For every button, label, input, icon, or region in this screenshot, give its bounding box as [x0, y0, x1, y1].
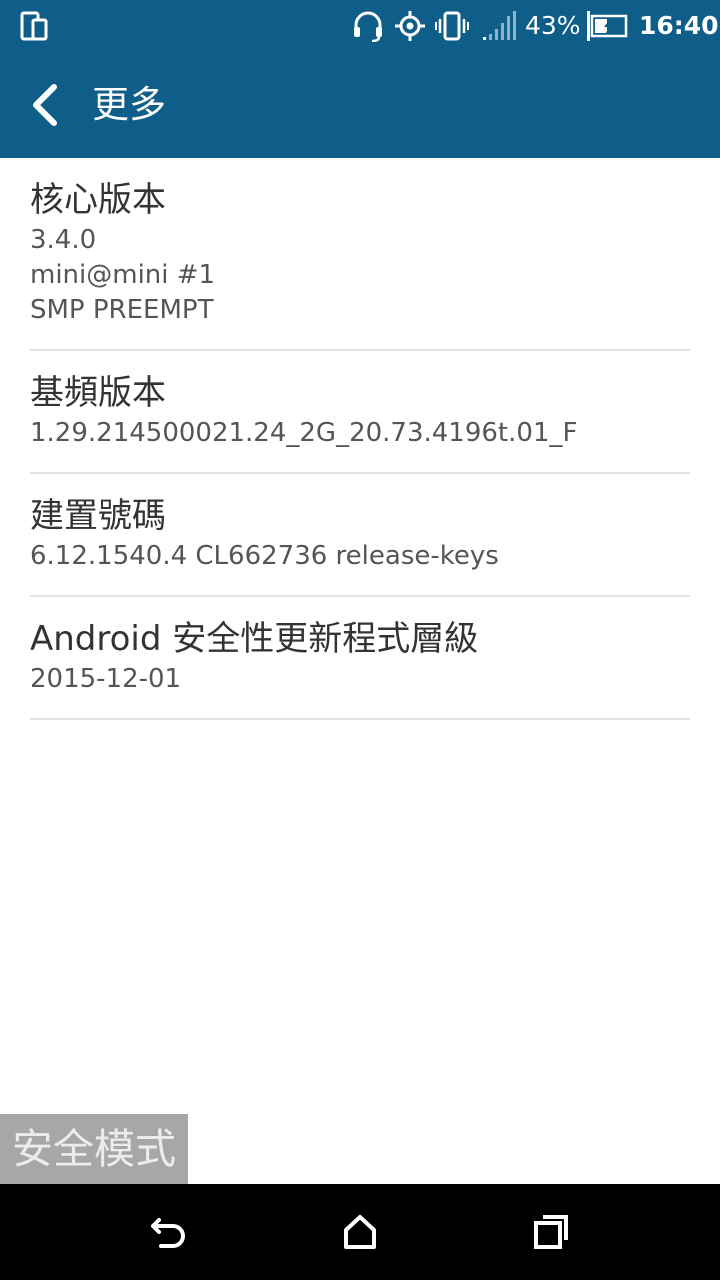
status-bar: 43% 16:40 — [0, 0, 720, 52]
navigation-bar — [0, 1184, 720, 1280]
list-item-security-patch-level[interactable]: Android 安全性更新程式層級 2015-12-01 — [30, 597, 690, 720]
screen-mirror-icon — [20, 11, 48, 41]
page-title: 更多 — [92, 83, 166, 126]
list-item-baseband-version[interactable]: 基頻版本 1.29.214500021.24_2G_20.73.4196t.01… — [30, 351, 690, 474]
list-item-build-number[interactable]: 建置號碼 6.12.1540.4 CL662736 release-keys — [30, 474, 690, 597]
gps-icon — [395, 11, 425, 41]
headset-icon — [354, 11, 382, 42]
chevron-left-icon[interactable] — [22, 75, 74, 135]
info-list: 核心版本 3.4.0 mini@mini #1 SMP PREEMPT 基頻版本… — [0, 158, 720, 720]
safe-mode-label: 安全模式 — [0, 1114, 188, 1184]
home-icon[interactable] — [336, 1208, 384, 1256]
list-item-kernel-version[interactable]: 核心版本 3.4.0 mini@mini #1 SMP PREEMPT — [30, 158, 690, 351]
item-value: 2015-12-01 — [30, 664, 182, 694]
signal-icon — [483, 11, 516, 40]
item-value: mini@mini #1 — [30, 260, 216, 290]
back-arrow-icon[interactable] — [145, 1208, 193, 1256]
item-value: SMP PREEMPT — [30, 295, 214, 325]
item-value: 3.4.0 — [30, 225, 97, 255]
item-title: 基頻版本 — [30, 373, 166, 413]
item-value: 6.12.1540.4 CL662736 release-keys — [30, 541, 499, 571]
battery-charging-icon — [587, 11, 628, 41]
action-bar: 更多 — [0, 52, 720, 158]
recent-apps-icon[interactable] — [527, 1208, 575, 1256]
item-title: 建置號碼 — [30, 496, 166, 536]
settings-screen: 43% 16:40 更多 核心版本 3.4.0 mini@mini #1 SMP… — [0, 0, 720, 1280]
item-title: Android 安全性更新程式層級 — [30, 619, 479, 659]
clock: 16:40 — [639, 11, 719, 40]
item-title: 核心版本 — [30, 180, 166, 220]
item-value: 1.29.214500021.24_2G_20.73.4196t.01_F — [30, 418, 578, 448]
battery-percent: 43% — [525, 11, 581, 40]
vibrate-icon — [435, 11, 469, 41]
